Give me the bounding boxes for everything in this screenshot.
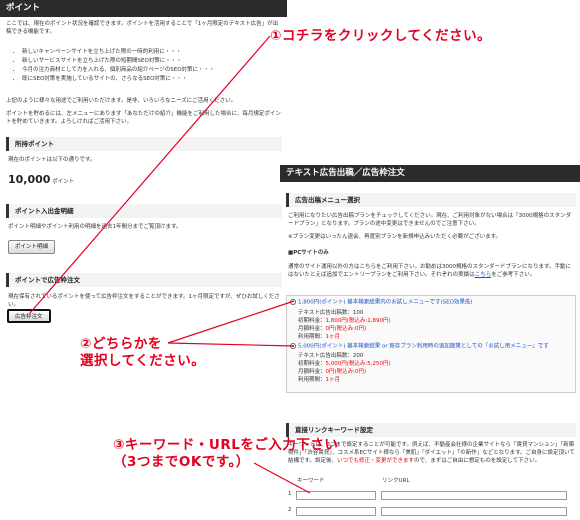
annotation-step-2: ②どちらかを 選択してください。 bbox=[80, 336, 206, 369]
annotation-step-1: ①コチラをクリックしてください。 bbox=[270, 28, 492, 44]
pointer-line-1 bbox=[29, 35, 271, 314]
annotation-step-3: ③キーワード・URLをご入力下さい （3つまでOKです。） bbox=[113, 437, 339, 470]
